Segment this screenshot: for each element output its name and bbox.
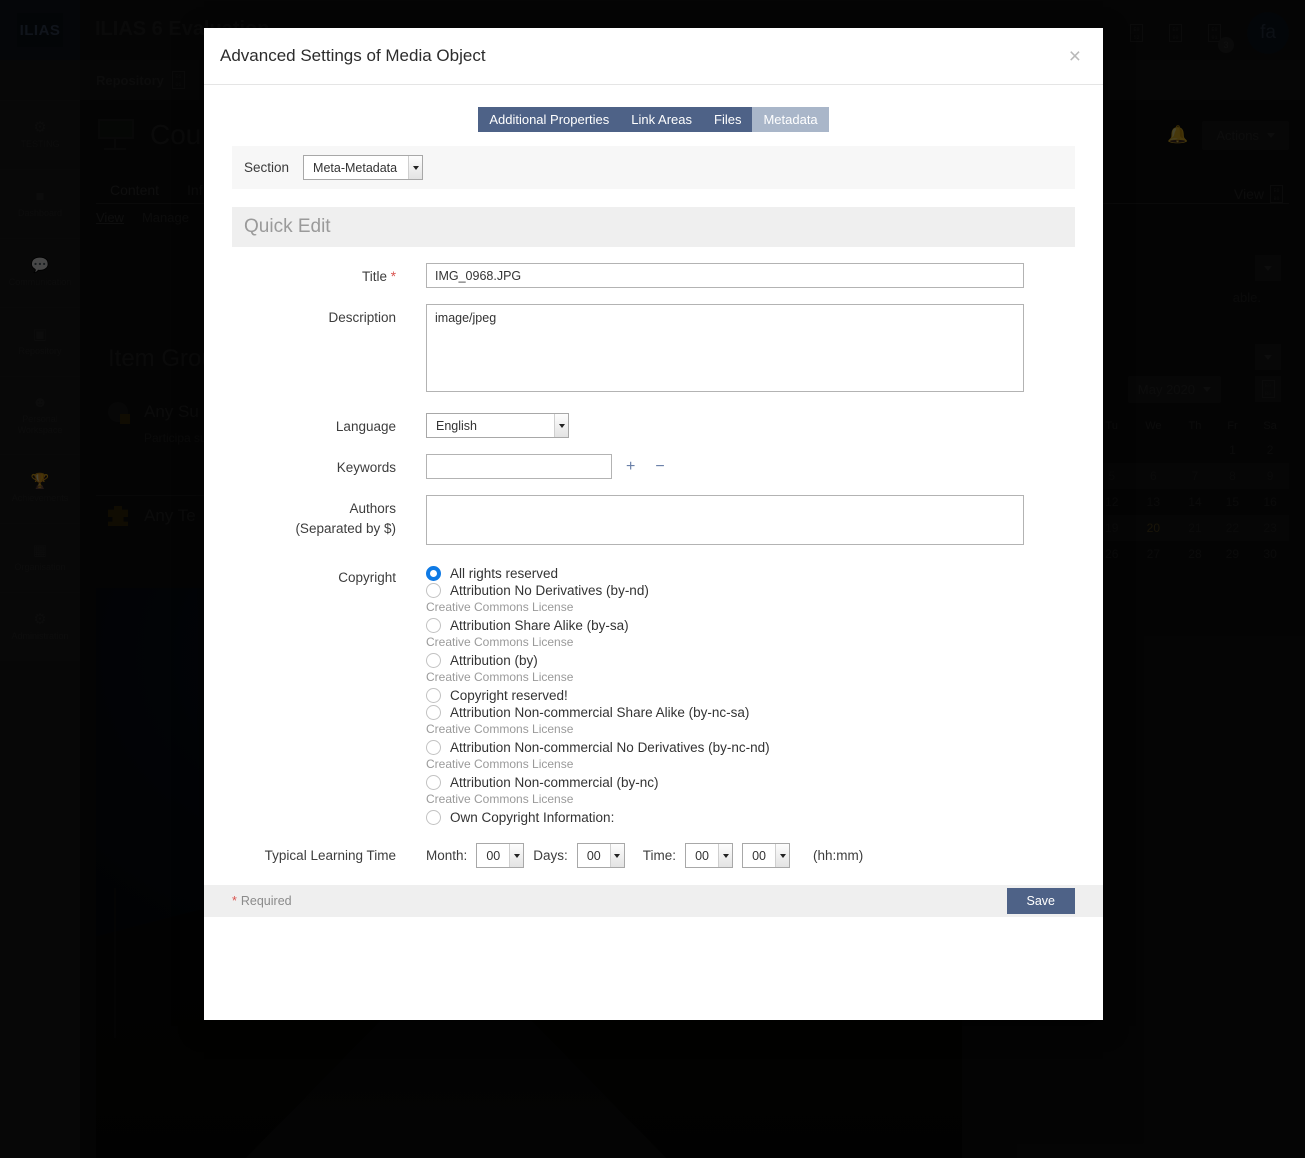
radio-icon[interactable] [426, 688, 441, 703]
title-input[interactable] [426, 263, 1024, 288]
field-row-description: Description image/jpeg [232, 304, 1075, 397]
add-keyword-button[interactable]: + [620, 458, 641, 476]
copyright-option-label: Attribution (by) [450, 653, 538, 668]
advanced-settings-modal: Advanced Settings of Media Object × Addi… [204, 28, 1103, 1020]
days-select-value: 00 [578, 844, 610, 867]
copyright-option-label: Attribution Non-commercial (by-nc) [450, 775, 659, 790]
radio-icon[interactable] [426, 740, 441, 755]
title-label: Title * [232, 263, 426, 288]
copyright-option-label: Attribution No Derivatives (by-nd) [450, 583, 649, 598]
copyright-option-label: Attribution Non-commercial No Derivative… [450, 740, 770, 755]
hours-select[interactable]: 00 [685, 843, 733, 868]
copyright-option-own[interactable]: Own Copyright Information: [426, 810, 1075, 825]
month-label: Month: [426, 848, 467, 863]
language-label: Language [232, 413, 426, 438]
chevron-down-icon [509, 844, 523, 867]
required-asterisk: * [232, 894, 237, 908]
tab-link-areas[interactable]: Link Areas [620, 107, 703, 132]
authors-label-line2: (Separated by $) [232, 519, 396, 539]
copyright-option-by-sa[interactable]: Attribution Share Alike (by-sa) [426, 618, 1075, 633]
copyright-option-label: Copyright reserved! [450, 688, 568, 703]
radio-icon[interactable] [426, 705, 441, 720]
radio-icon[interactable] [426, 775, 441, 790]
chevron-down-icon [775, 844, 789, 867]
copyright-option-note: Creative Commons License [426, 757, 1075, 771]
close-icon[interactable]: × [1063, 44, 1087, 69]
copyright-option-label: Own Copyright Information: [450, 810, 614, 825]
field-row-learning-time: Typical Learning Time Month: 00 Days: 00… [232, 843, 1075, 868]
required-note-text: Required [241, 894, 292, 908]
copyright-option-by-nd[interactable]: Attribution No Derivatives (by-nd) [426, 583, 1075, 598]
authors-label-line1: Authors [232, 499, 396, 519]
copyright-option-note: Creative Commons License [426, 722, 1075, 736]
copyright-option-by[interactable]: Attribution (by) [426, 653, 1075, 668]
time-format-hint: (hh:mm) [813, 848, 863, 863]
authors-textarea[interactable] [426, 495, 1024, 545]
copyright-option-label: Attribution Non-commercial Share Alike (… [450, 705, 749, 720]
section-bar: Section Meta-Metadata [232, 146, 1075, 189]
modal-title: Advanced Settings of Media Object [220, 46, 486, 66]
keywords-input[interactable] [426, 454, 612, 479]
section-select-value: Meta-Metadata [304, 156, 408, 179]
copyright-option-by-nc-sa[interactable]: Attribution Non-commercial Share Alike (… [426, 705, 1075, 720]
modal-tabs: Additional Properties Link Areas Files M… [232, 107, 1075, 132]
field-row-copyright: Copyright All rights reserved Attributio… [232, 566, 1075, 827]
tab-metadata[interactable]: Metadata [752, 107, 828, 132]
days-label: Days: [533, 848, 568, 863]
modal-body: Additional Properties Link Areas Files M… [204, 85, 1103, 1020]
days-select[interactable]: 00 [577, 843, 625, 868]
copyright-option-note: Creative Commons License [426, 600, 1075, 614]
quick-edit-heading-label: Quick Edit [244, 216, 331, 238]
hours-select-value: 00 [686, 844, 718, 867]
field-row-keywords: Keywords + − [232, 454, 1075, 479]
section-label: Section [244, 160, 289, 175]
field-row-authors: Authors (Separated by $) [232, 495, 1075, 550]
copyright-option-reserved[interactable]: Copyright reserved! [426, 688, 1075, 703]
month-select-value: 00 [477, 844, 509, 867]
tab-files[interactable]: Files [703, 107, 752, 132]
description-label: Description [232, 304, 426, 397]
description-textarea[interactable]: image/jpeg [426, 304, 1024, 392]
copyright-label: Copyright [232, 566, 426, 827]
quick-edit-heading: Quick Edit [232, 207, 1075, 247]
save-button[interactable]: Save [1007, 888, 1076, 914]
section-select[interactable]: Meta-Metadata [303, 155, 423, 180]
remove-keyword-button[interactable]: − [649, 458, 670, 476]
modal-footer: * Required Save [204, 885, 1103, 917]
copyright-option-label: Attribution Share Alike (by-sa) [450, 618, 629, 633]
radio-icon[interactable] [426, 618, 441, 633]
copyright-option-label: All rights reserved [450, 566, 558, 581]
copyright-option-all-rights-reserved[interactable]: All rights reserved [426, 566, 1075, 581]
copyright-option-note: Creative Commons License [426, 635, 1075, 649]
tab-additional-properties[interactable]: Additional Properties [478, 107, 620, 132]
minutes-select[interactable]: 00 [742, 843, 790, 868]
radio-icon[interactable] [426, 583, 441, 598]
chevron-down-icon [554, 414, 568, 437]
required-asterisk: * [391, 269, 396, 284]
month-select[interactable]: 00 [476, 843, 524, 868]
field-row-title: Title * [232, 263, 1075, 288]
copyright-radio-group: All rights reserved Attribution No Deriv… [426, 566, 1075, 827]
learning-time-label: Typical Learning Time [232, 843, 426, 868]
radio-icon[interactable] [426, 653, 441, 668]
authors-label: Authors (Separated by $) [232, 495, 426, 550]
minutes-select-value: 00 [743, 844, 775, 867]
chevron-down-icon [610, 844, 624, 867]
required-note: * Required [232, 894, 292, 908]
radio-icon[interactable] [426, 566, 441, 581]
copyright-option-note: Creative Commons License [426, 670, 1075, 684]
keywords-label: Keywords [232, 454, 426, 479]
language-select-value: English [427, 414, 554, 437]
chevron-down-icon [718, 844, 732, 867]
copyright-option-note: Creative Commons License [426, 792, 1075, 806]
time-label: Time: [643, 848, 676, 863]
field-row-language: Language English [232, 413, 1075, 438]
copyright-option-by-nc-nd[interactable]: Attribution Non-commercial No Derivative… [426, 740, 1075, 755]
title-label-text: Title [362, 269, 387, 284]
modal-header: Advanced Settings of Media Object × [204, 28, 1103, 85]
copyright-option-by-nc[interactable]: Attribution Non-commercial (by-nc) [426, 775, 1075, 790]
chevron-down-icon [408, 156, 422, 179]
language-select[interactable]: English [426, 413, 569, 438]
radio-icon[interactable] [426, 810, 441, 825]
